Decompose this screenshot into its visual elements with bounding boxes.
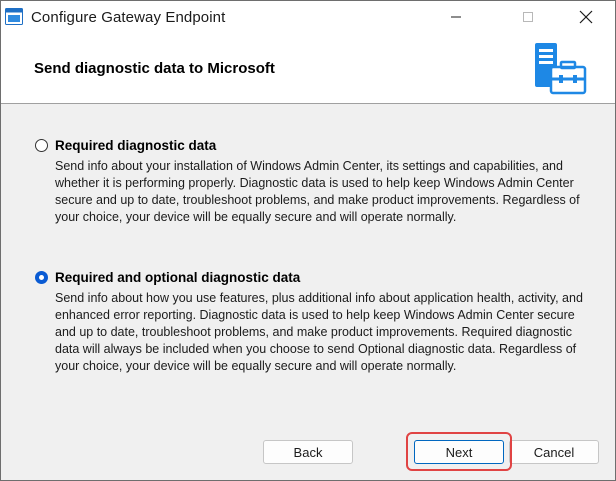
- next-button[interactable]: Next: [414, 440, 504, 464]
- installer-window: Configure Gateway Endpoint Send diagnost…: [0, 0, 616, 481]
- option-required-and-optional: Required and optional diagnostic data Se…: [35, 268, 595, 375]
- radio-required-and-optional[interactable]: [35, 270, 48, 284]
- close-button[interactable]: [563, 1, 609, 33]
- option-optional-label[interactable]: Required and optional diagnostic data: [55, 270, 300, 285]
- minimize-icon: [451, 16, 461, 18]
- maximize-icon: [523, 12, 533, 22]
- option-required-label[interactable]: Required diagnostic data: [55, 138, 216, 153]
- page-title: Send diagnostic data to Microsoft: [34, 60, 275, 77]
- app-icon: [5, 8, 23, 25]
- wizard-header: Send diagnostic data to Microsoft: [1, 33, 615, 104]
- option-required: Required diagnostic data Send info about…: [35, 136, 595, 226]
- option-required-row[interactable]: Required diagnostic data: [35, 136, 595, 154]
- radio-required[interactable]: [35, 138, 48, 152]
- option-required-description: Send info about your installation of Win…: [55, 159, 580, 224]
- option-optional-description: Send info about how you use features, pl…: [55, 291, 583, 373]
- minimize-button[interactable]: [433, 1, 479, 33]
- maximize-button[interactable]: [505, 1, 551, 33]
- option-optional-row[interactable]: Required and optional diagnostic data: [35, 268, 595, 286]
- title-bar[interactable]: Configure Gateway Endpoint: [1, 1, 615, 33]
- server-gateway-icon: [535, 43, 587, 95]
- cancel-button[interactable]: Cancel: [509, 440, 599, 464]
- window-title: Configure Gateway Endpoint: [31, 9, 226, 26]
- back-button[interactable]: Back: [263, 440, 353, 464]
- close-icon: [579, 10, 593, 24]
